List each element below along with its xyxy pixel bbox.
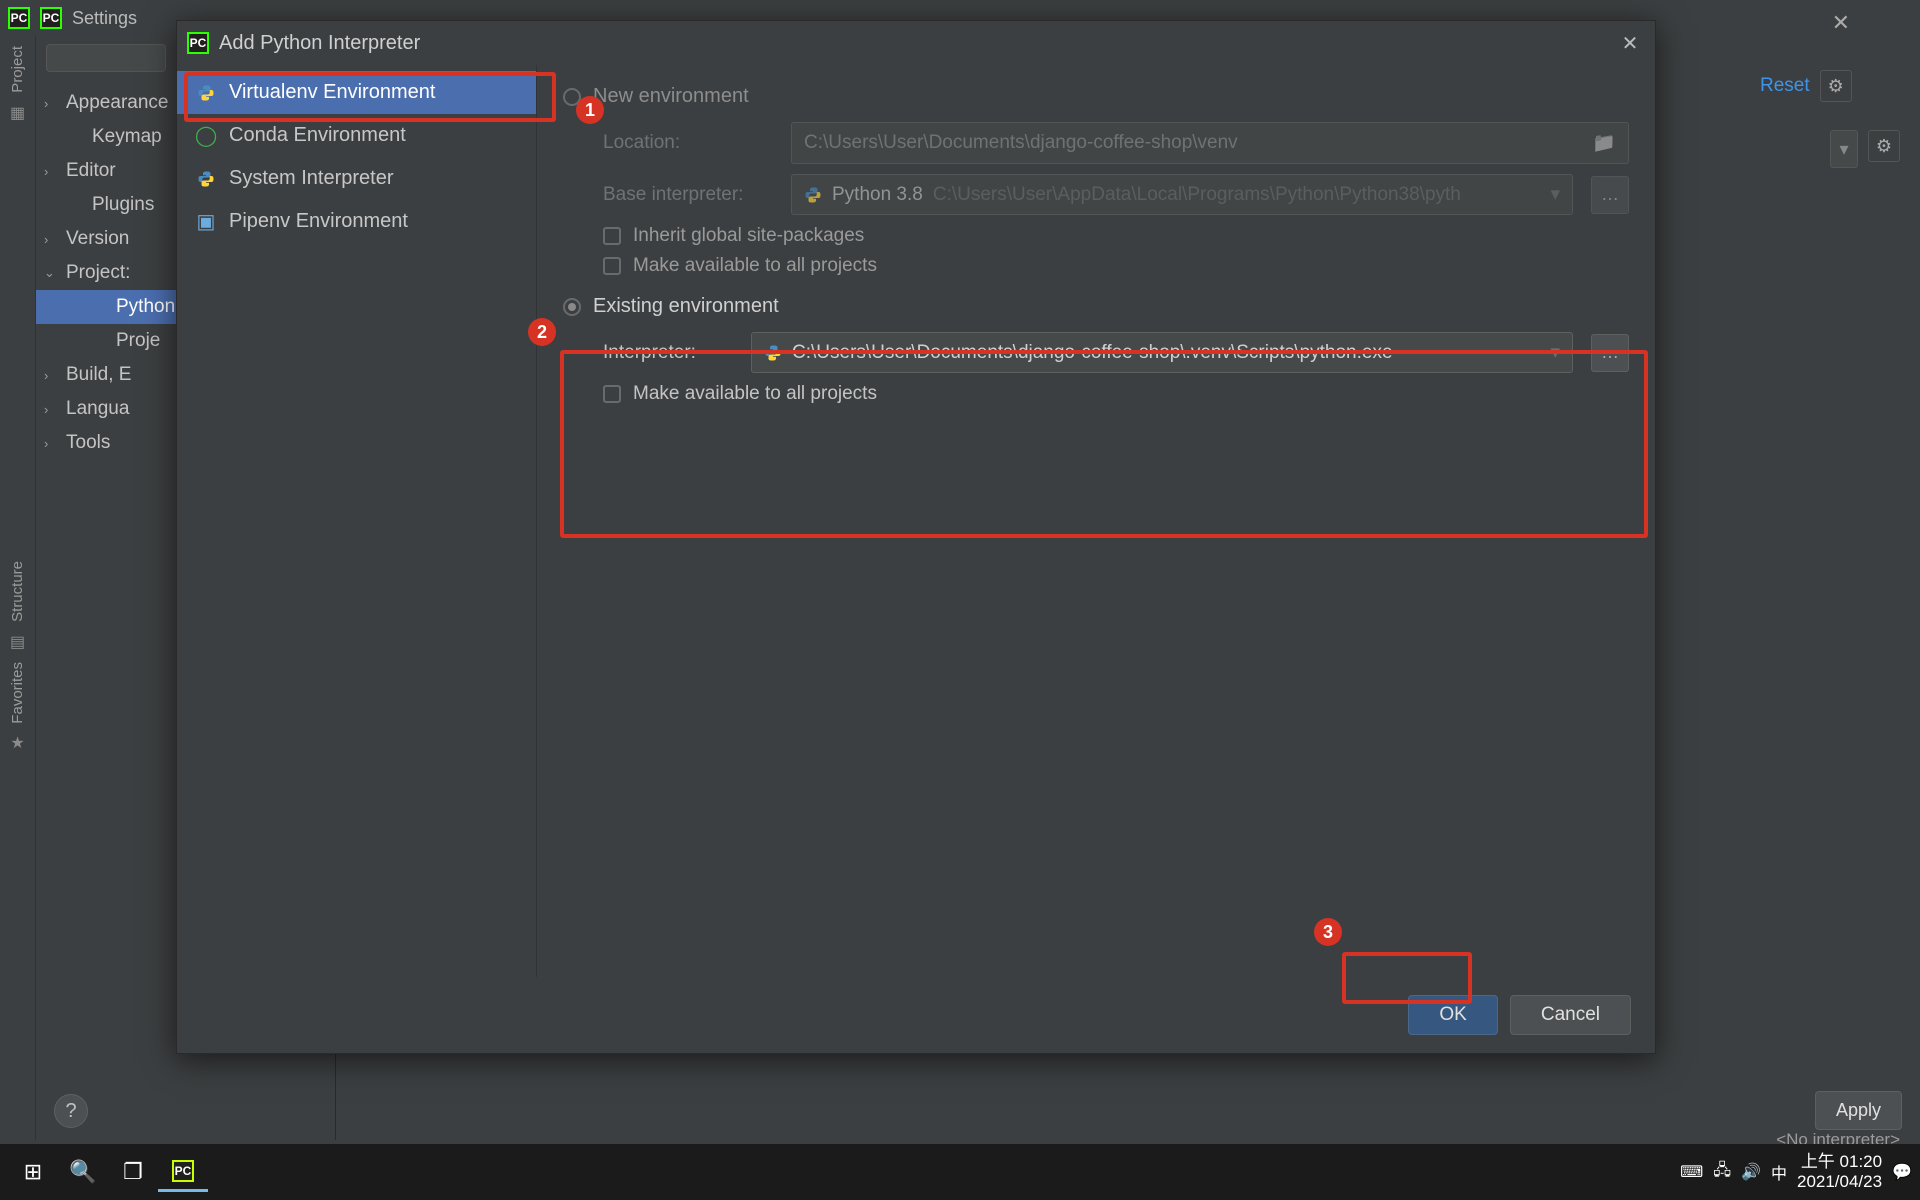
pycharm-icon: PC — [187, 32, 209, 54]
row-location: Location: C:\Users\User\Documents\django… — [603, 122, 1629, 164]
star-icon: ★ — [8, 733, 28, 753]
python-icon — [195, 168, 217, 190]
pipenv-icon: ▣ — [195, 211, 217, 233]
check-make-avail-2[interactable]: Make available to all projects — [603, 383, 1629, 405]
checkbox-icon — [603, 257, 621, 275]
gear-button-2[interactable]: ⚙ — [1868, 130, 1900, 162]
sidebar-item-virtualenv[interactable]: Virtualenv Environment — [177, 71, 536, 114]
dialog-sidebar: Virtualenv Environment ◯ Conda Environme… — [177, 65, 537, 977]
radio-new-env[interactable]: New environment — [563, 85, 1629, 108]
browse-button[interactable]: … — [1591, 176, 1629, 214]
dialog-main: New environment Location: C:\Users\User\… — [537, 65, 1655, 977]
check-make-avail-1[interactable]: Make available to all projects — [603, 255, 1629, 277]
folder-icon: ▦ — [8, 103, 28, 123]
check-inherit[interactable]: Inherit global site-packages — [603, 225, 1629, 247]
rail-favorites[interactable]: Favorites — [9, 662, 26, 724]
check-label: Make available to all projects — [633, 383, 877, 405]
cancel-button[interactable]: Cancel — [1510, 995, 1631, 1035]
sidebar-item-label: System Interpreter — [229, 167, 394, 190]
row-base-interpreter: Base interpreter: Python 3.8 C:\Users\Us… — [603, 174, 1629, 215]
browse-button[interactable]: … — [1591, 334, 1629, 372]
structure-icon: ▤ — [8, 632, 28, 652]
location-field[interactable]: C:\Users\User\Documents\django-coffee-sh… — [791, 122, 1629, 164]
date-label: 2021/04/23 — [1797, 1172, 1882, 1192]
interpreter-value: C:\Users\User\Documents\django-coffee-sh… — [792, 342, 1393, 364]
dialog-title-text: Add Python Interpreter — [219, 32, 420, 55]
tray-clock[interactable]: 上午 01:20 2021/04/23 — [1797, 1152, 1882, 1193]
chevron-down-icon: ▾ — [1550, 183, 1560, 206]
search-input[interactable] — [46, 44, 166, 72]
base-label: Base interpreter: — [603, 184, 773, 206]
tray-ime[interactable]: 中 — [1771, 1160, 1787, 1184]
annotation-callout-3: 3 — [1314, 918, 1342, 946]
radio-label: Existing environment — [593, 295, 779, 318]
taskview-icon[interactable]: ❐ — [108, 1152, 158, 1192]
search-taskbar-icon[interactable]: 🔍 — [58, 1152, 108, 1192]
checkbox-icon — [603, 385, 621, 403]
dialog-body: Virtualenv Environment ◯ Conda Environme… — [177, 65, 1655, 977]
sidebar-item-system[interactable]: System Interpreter — [177, 157, 536, 200]
apply-button[interactable]: Apply — [1815, 1091, 1902, 1130]
pycharm-icon: PC — [40, 7, 62, 29]
tray-keyboard-icon[interactable]: ⌨ — [1680, 1162, 1703, 1182]
start-icon[interactable]: ⊞ — [8, 1152, 58, 1192]
sidebar-item-label: Pipenv Environment — [229, 210, 408, 233]
taskbar: ⊞ 🔍 ❐ PC ⌨ 🖧 🔊 中 上午 01:20 2021/04/23 💬 — [0, 1144, 1920, 1200]
sidebar-item-label: Conda Environment — [229, 124, 406, 147]
gear-button[interactable]: ⚙ — [1820, 70, 1852, 102]
time-label: 上午 01:20 — [1797, 1152, 1882, 1172]
python-icon — [195, 82, 217, 104]
radio-icon — [563, 298, 581, 316]
browse-folder-icon[interactable] — [1592, 131, 1616, 155]
reset-link[interactable]: Reset — [1760, 75, 1810, 97]
sidebar-item-conda[interactable]: ◯ Conda Environment — [177, 114, 536, 157]
check-label: Make available to all projects — [633, 255, 877, 277]
right-bar: Reset ⚙ — [1760, 70, 1900, 102]
base-path: C:\Users\User\AppData\Local\Programs\Pyt… — [933, 184, 1461, 206]
tray-network-icon[interactable]: 🖧 — [1713, 1159, 1731, 1186]
dialog-footer: OK Cancel — [177, 977, 1655, 1053]
checkbox-icon — [603, 227, 621, 245]
pycharm-taskbar-icon[interactable]: PC — [158, 1152, 208, 1192]
dialog-titlebar: PC Add Python Interpreter ✕ — [177, 21, 1655, 65]
interpreter-label: Interpreter: — [603, 342, 733, 364]
ok-button[interactable]: OK — [1408, 995, 1497, 1035]
check-label: Inherit global site-packages — [633, 225, 864, 247]
interpreter-field[interactable]: C:\Users\User\Documents\django-coffee-sh… — [751, 332, 1573, 373]
rail-project[interactable]: Project — [9, 46, 26, 93]
python-icon — [804, 186, 822, 204]
settings-footer: Apply — [1807, 1091, 1902, 1130]
location-label: Location: — [603, 132, 773, 154]
annotation-callout-2: 2 — [528, 318, 556, 346]
conda-icon: ◯ — [195, 125, 217, 147]
radio-label: New environment — [593, 85, 749, 108]
tray-notifications-icon[interactable]: 💬 — [1892, 1162, 1912, 1182]
tray-volume-icon[interactable]: 🔊 — [1741, 1162, 1761, 1182]
settings-title: Settings — [72, 8, 137, 29]
sidebar-item-pipenv[interactable]: ▣ Pipenv Environment — [177, 200, 536, 243]
close-button[interactable]: ✕ — [1615, 28, 1645, 58]
left-rail: Project ▦ Structure ▤ Favorites ★ — [0, 36, 36, 1140]
rail-structure[interactable]: Structure — [9, 561, 26, 622]
radio-existing-env[interactable]: Existing environment — [563, 295, 1629, 318]
chevron-down-icon: ▾ — [1550, 341, 1560, 364]
base-name: Python 3.8 — [832, 184, 923, 206]
row-interpreter: Interpreter: C:\Users\User\Documents\dja… — [603, 332, 1629, 373]
pycharm-icon: PC — [8, 7, 30, 29]
annotation-callout-1: 1 — [576, 96, 604, 124]
help-button[interactable]: ? — [54, 1094, 88, 1128]
add-interpreter-dialog: PC Add Python Interpreter ✕ Virtualenv E… — [176, 20, 1656, 1054]
close-icon[interactable]: ✕ — [1832, 10, 1850, 36]
base-interpreter-field[interactable]: Python 3.8 C:\Users\User\AppData\Local\P… — [791, 174, 1573, 215]
chevron-down-icon[interactable]: ▾ — [1830, 130, 1858, 168]
python-icon — [764, 344, 782, 362]
location-value: C:\Users\User\Documents\django-coffee-sh… — [804, 132, 1238, 154]
sidebar-item-label: Virtualenv Environment — [229, 81, 435, 104]
